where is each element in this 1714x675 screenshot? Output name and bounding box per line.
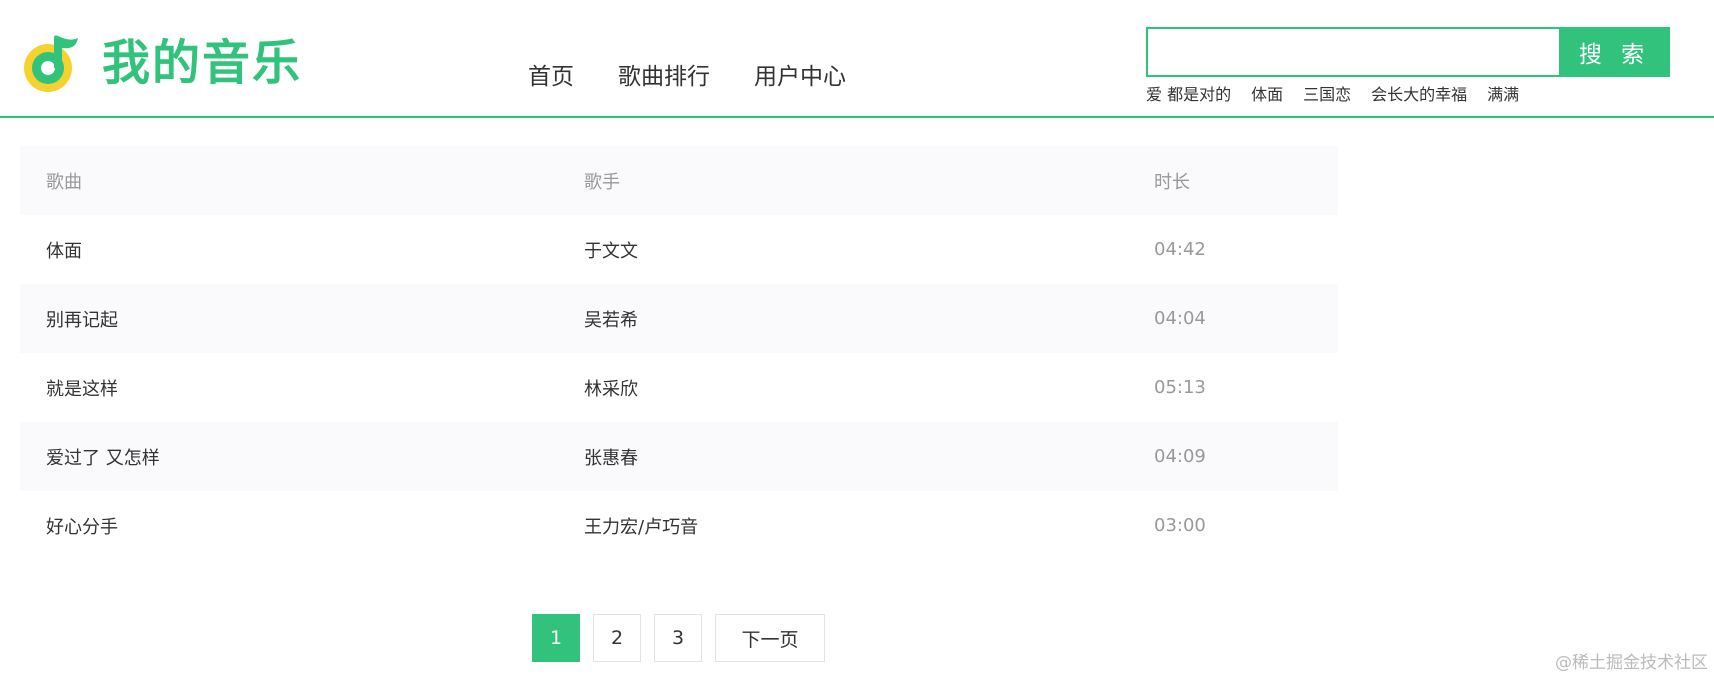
nav-item-song-ranking[interactable]: 歌曲排行 <box>618 60 710 94</box>
music-note-logo-icon <box>24 35 78 92</box>
table-row: 爱过了 又怎样 张惠春 04:09 <box>20 422 1338 491</box>
table-row: 好心分手 王力宏/卢巧音 03:00 <box>20 491 1338 560</box>
page-button-2[interactable]: 2 <box>593 614 641 662</box>
pagination: 1 2 3 下一页 <box>532 614 838 662</box>
singer-name[interactable]: 王力宏/卢巧音 <box>584 513 1154 539</box>
search-button[interactable]: 搜 索 <box>1559 27 1670 77</box>
column-header-song: 歌曲 <box>46 171 82 193</box>
song-duration: 03:00 <box>1154 515 1206 536</box>
song-name[interactable]: 别再记起 <box>20 306 584 332</box>
watermark: @稀土掘金技术社区 <box>1555 653 1708 673</box>
song-name[interactable]: 爱过了 又怎样 <box>20 444 584 470</box>
table-header: 歌曲 歌手 时长 <box>20 146 1338 215</box>
song-duration: 04:42 <box>1154 239 1206 260</box>
song-duration: 04:04 <box>1154 308 1206 329</box>
singer-name[interactable]: 林采欣 <box>584 375 1154 401</box>
table-row: 就是这样 林采欣 05:13 <box>20 353 1338 422</box>
main-nav: 首页 歌曲排行 用户中心 <box>528 60 890 94</box>
singer-name[interactable]: 于文文 <box>584 237 1154 263</box>
logo[interactable]: 我的音乐 <box>20 32 302 94</box>
page-button-3[interactable]: 3 <box>654 614 702 662</box>
page-button-1[interactable]: 1 <box>532 614 580 662</box>
table-row: 体面 于文文 04:42 <box>20 215 1338 284</box>
nav-item-home[interactable]: 首页 <box>528 60 574 94</box>
hot-word[interactable]: 满满 <box>1487 84 1519 106</box>
hot-word[interactable]: 爱 都是对的 <box>1146 84 1231 106</box>
column-header-singer: 歌手 <box>584 171 620 193</box>
singer-name[interactable]: 吴若希 <box>584 306 1154 332</box>
hot-word[interactable]: 会长大的幸福 <box>1371 84 1467 106</box>
hot-word[interactable]: 体面 <box>1251 84 1283 106</box>
header: 我的音乐 首页 歌曲排行 用户中心 搜 索 爱 都是对的 体面 三国恋 会长大的… <box>0 0 1714 118</box>
table-row: 别再记起 吴若希 04:04 <box>20 284 1338 353</box>
hot-search-words: 爱 都是对的 体面 三国恋 会长大的幸福 满满 <box>1146 84 1539 106</box>
song-duration: 04:09 <box>1154 446 1206 467</box>
singer-name[interactable]: 张惠春 <box>584 444 1154 470</box>
column-header-duration: 时长 <box>1154 171 1190 193</box>
song-name[interactable]: 就是这样 <box>20 375 584 401</box>
search-bar: 搜 索 <box>1146 27 1670 77</box>
song-table: 歌曲 歌手 时长 体面 于文文 04:42 别再记起 吴若希 04:04 就是这… <box>20 146 1338 560</box>
song-duration: 05:13 <box>1154 377 1206 398</box>
logo-text: 我的音乐 <box>102 35 303 91</box>
search-input[interactable] <box>1146 27 1559 77</box>
hot-word[interactable]: 三国恋 <box>1303 84 1351 106</box>
next-page-button[interactable]: 下一页 <box>715 614 825 662</box>
nav-item-user-center[interactable]: 用户中心 <box>754 60 846 94</box>
song-name[interactable]: 好心分手 <box>20 513 584 539</box>
song-name[interactable]: 体面 <box>20 237 584 263</box>
